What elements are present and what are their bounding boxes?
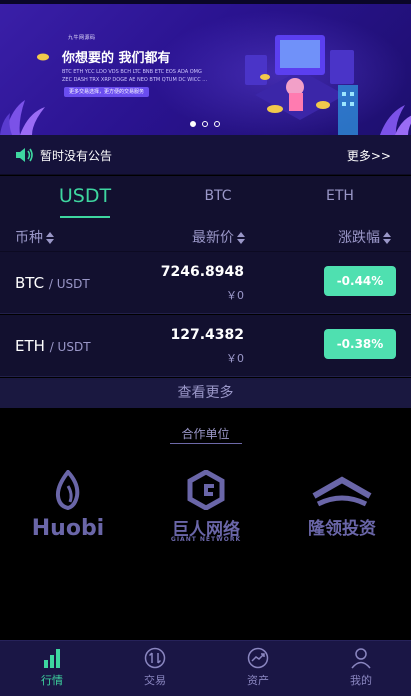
user-icon [351, 648, 371, 669]
partner-logo-giant[interactable]: 巨人网络 GIANT NETWORK [146, 468, 266, 548]
partner-name: Huobi [31, 516, 105, 541]
speaker-icon [16, 148, 33, 162]
banner-pagination [190, 121, 220, 127]
tab-usdt[interactable]: USDT [58, 185, 112, 207]
trend-icon [247, 647, 269, 669]
announcement-more-link[interactable]: 更多>> [347, 147, 391, 164]
nav-label: 资产 [247, 674, 269, 687]
tab-btc[interactable]: BTC [190, 188, 246, 204]
change-badge: -0.44% [324, 266, 396, 296]
banner-headline: 你想要的 我们都有 [62, 51, 171, 66]
quote-symbol: / USDT [48, 277, 90, 291]
banner-dot[interactable] [202, 121, 208, 127]
sort-icon [237, 232, 245, 244]
partner-logo-huobi[interactable]: Huobi [8, 468, 128, 548]
market-row-btc[interactable]: BTC / USDT 7246.8948 ￥0 -0.44% [0, 252, 411, 314]
banner-dot[interactable] [190, 121, 196, 127]
column-header-change: 涨跌幅 [338, 230, 380, 246]
sort-by-change[interactable]: 涨跌幅 [338, 227, 391, 247]
banner-plant-decoration [0, 100, 45, 135]
active-tab-indicator [60, 216, 110, 218]
sort-icon [383, 232, 391, 244]
nav-label: 行情 [41, 674, 63, 687]
market-row-eth[interactable]: ETH / USDT 127.4382 ￥0 -0.38% [0, 315, 411, 377]
sort-by-coin[interactable]: 币种 [15, 227, 54, 247]
bottom-navigation: 行情 交易 资产 我的 [0, 640, 411, 696]
exchange-icon [144, 647, 166, 669]
base-symbol: BTC [15, 274, 45, 292]
partners-title: 合作单位 [181, 427, 230, 441]
column-header-coin: 币种 [15, 230, 43, 246]
view-more-button[interactable]: 查看更多 [0, 378, 411, 408]
announcement-bar: 暂时没有公告 更多>> [0, 135, 411, 175]
quote-symbol: / USDT [49, 340, 91, 354]
last-price: 127.4382 [170, 327, 244, 343]
banner-dot[interactable] [214, 121, 220, 127]
banner-cta[interactable]: 更多交易选择，更方便的交易服务 [64, 87, 150, 97]
sort-by-price[interactable]: 最新价 [192, 227, 245, 247]
banner-coin-icon [37, 53, 49, 61]
nav-label: 我的 [350, 674, 372, 687]
change-badge: -0.38% [324, 329, 396, 359]
nav-item-market[interactable]: 行情 [22, 647, 82, 693]
cny-price: ￥0 [226, 352, 244, 365]
last-price: 7246.8948 [160, 264, 244, 280]
base-symbol: ETH [15, 337, 45, 355]
column-header-price: 最新价 [192, 230, 234, 246]
banner-plant-decoration-right [380, 105, 411, 135]
partners-title-underline [170, 443, 242, 444]
market-tabs: USDT BTC ETH [0, 176, 411, 220]
partners-section: 合作单位 Huobi 巨人网络 GIANT NETWORK 隆领投资 [0, 408, 411, 640]
pair-symbol: ETH / USDT [15, 337, 91, 355]
sort-icon [46, 232, 54, 244]
longling-icon [312, 476, 372, 507]
nav-item-assets[interactable]: 资产 [228, 647, 288, 693]
giant-network-icon [187, 470, 225, 510]
market-table-header: 币种 最新价 涨跌幅 [0, 220, 411, 252]
nav-item-profile[interactable]: 我的 [331, 647, 391, 693]
pair-symbol: BTC / USDT [15, 274, 90, 292]
banner-coin-list: BTC ETH YCC LDO VDS BCH LTC BNB ETC EOS … [62, 69, 208, 83]
banner-building-icon [338, 85, 358, 135]
partner-logo-longling[interactable]: 隆领投资 [282, 468, 402, 548]
huobi-flame-icon [55, 470, 80, 510]
banner-brand: 九牛网源码 [68, 35, 96, 41]
status-bar [0, 0, 411, 4]
nav-item-trade[interactable]: 交易 [125, 647, 185, 693]
chart-bars-icon [44, 649, 60, 668]
partner-caption: GIANT NETWORK [170, 536, 242, 543]
promo-banner[interactable]: 九牛网源码 你想要的 我们都有 BTC ETH YCC LDO VDS BCH … [0, 0, 411, 135]
tab-eth[interactable]: ETH [312, 188, 368, 204]
cny-price: ￥0 [226, 289, 244, 302]
nav-label: 交易 [144, 674, 166, 687]
partner-name: 隆领投资 [308, 519, 376, 539]
announcement-text: 暂时没有公告 [40, 149, 113, 163]
